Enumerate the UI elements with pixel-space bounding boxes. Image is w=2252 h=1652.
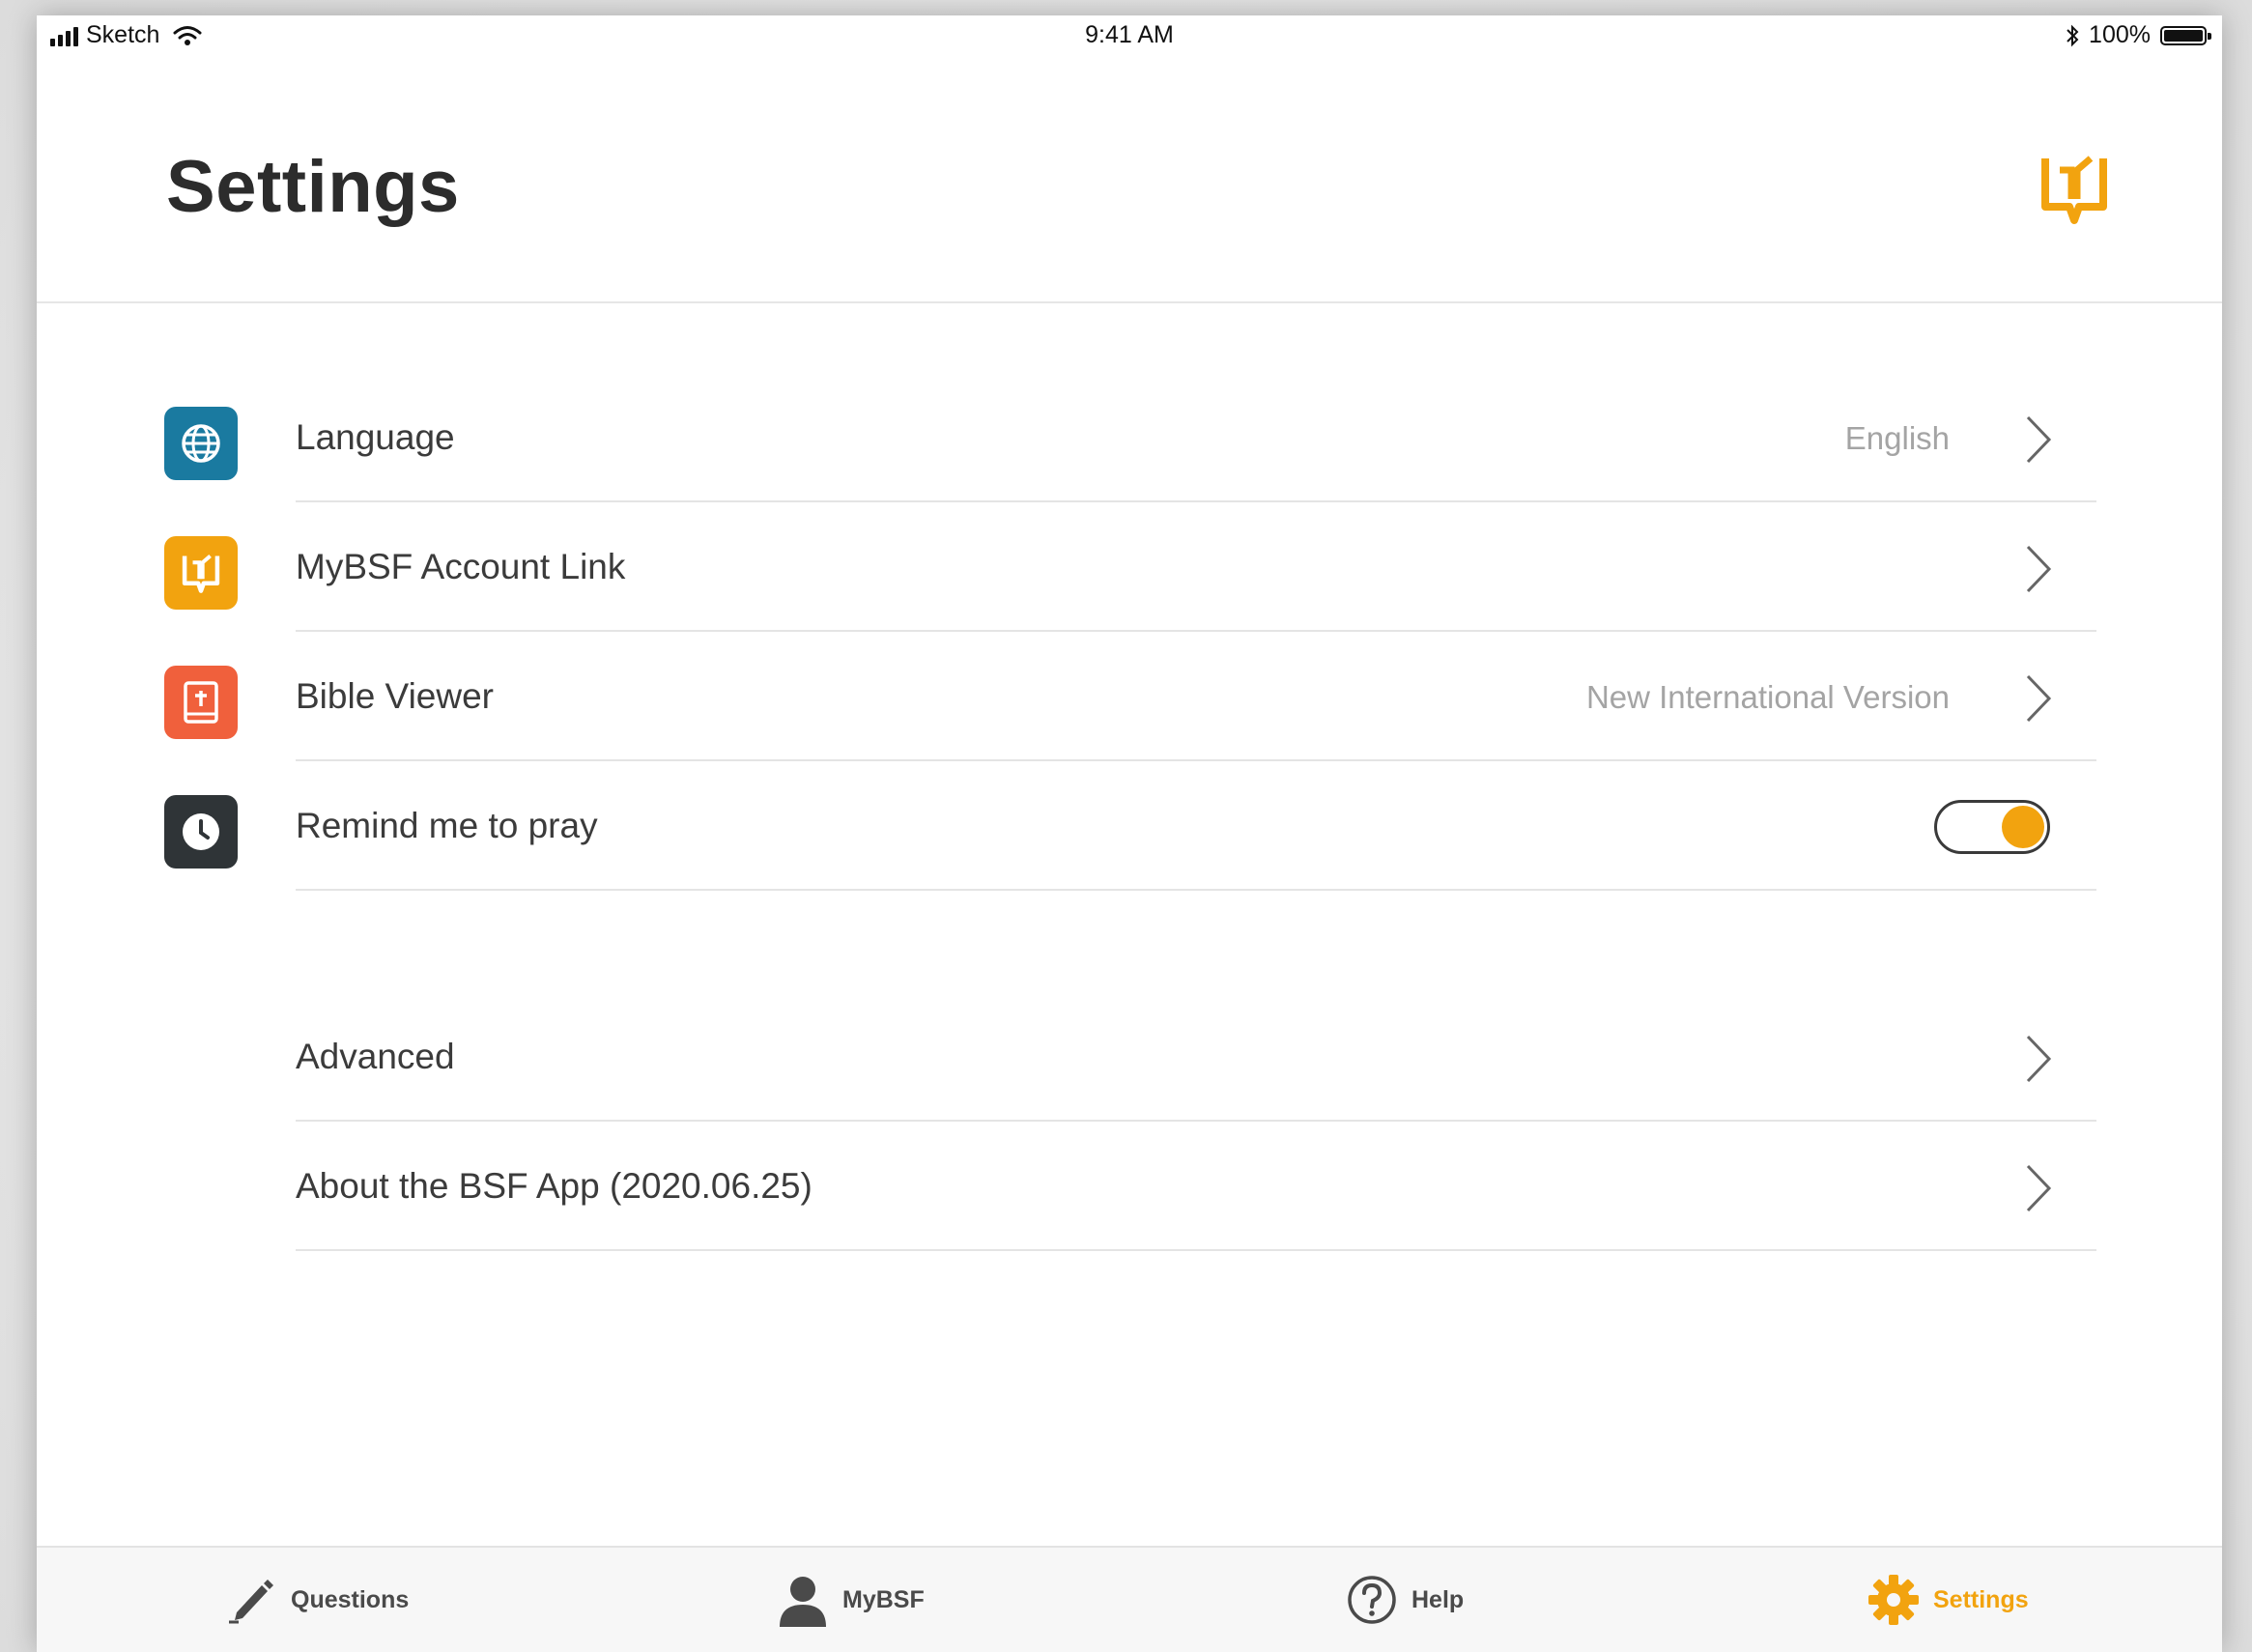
globe-icon <box>164 407 238 480</box>
row-label: Advanced <box>296 1037 455 1076</box>
person-icon <box>780 1577 826 1627</box>
chevron-right-icon <box>2026 545 2052 593</box>
tab-questions[interactable]: Questions <box>225 1548 409 1652</box>
question-circle-icon <box>1348 1576 1396 1624</box>
status-time: 9:41 AM <box>1085 21 1174 48</box>
settings-row-advanced[interactable]: Advanced <box>37 992 2222 1122</box>
clock-icon <box>164 795 238 869</box>
settings-row-bible-viewer[interactable]: Bible Viewer New International Version <box>37 632 2222 761</box>
chevron-right-icon <box>2026 415 2052 464</box>
tab-help[interactable]: Help <box>1346 1548 1464 1652</box>
row-value: New International Version <box>1585 679 1950 715</box>
row-label: MyBSF Account Link <box>296 547 626 586</box>
pencil-icon <box>229 1580 273 1624</box>
row-label: Bible Viewer <box>296 676 494 716</box>
chevron-right-icon <box>2026 674 2052 723</box>
settings-row-language[interactable]: Language English <box>37 373 2222 502</box>
row-label: Remind me to pray <box>296 806 598 845</box>
settings-row-mybsf-account[interactable]: MyBSF Account Link <box>37 502 2222 632</box>
page-title: Settings <box>166 146 460 228</box>
settings-row-remind-to-pray: Remind me to pray <box>37 761 2222 891</box>
chevron-right-icon <box>2026 1164 2052 1212</box>
tab-settings[interactable]: Settings <box>1867 1548 2029 1652</box>
battery-icon <box>2160 25 2211 45</box>
tab-mybsf[interactable]: MyBSF <box>777 1548 925 1652</box>
status-bar: Sketch 9:41 AM 100% <box>37 15 2222 58</box>
gear-icon <box>1868 1575 1919 1625</box>
bluetooth-icon <box>2067 24 2079 46</box>
tab-label: Help <box>1411 1585 1465 1613</box>
open-book-icon <box>2041 156 2107 224</box>
divider <box>296 889 2096 891</box>
page-header: Settings <box>37 58 2222 303</box>
remind-toggle[interactable] <box>1934 800 2050 854</box>
tab-label: Questions <box>291 1585 410 1613</box>
divider <box>296 1249 2096 1251</box>
bible-icon <box>164 666 238 739</box>
settings-row-about[interactable]: About the BSF App (2020.06.25) <box>37 1122 2222 1251</box>
tab-label: MyBSF <box>842 1585 925 1613</box>
tab-label: Settings <box>1933 1585 2029 1613</box>
row-label: Language <box>296 417 455 457</box>
status-right: 100% <box>2066 21 2211 49</box>
battery-percent: 100% <box>2089 21 2151 48</box>
row-value: English <box>1844 420 1950 456</box>
ipad-screen: Sketch 9:41 AM 100% Settings Language En… <box>37 15 2222 1652</box>
open-book-icon <box>164 536 238 610</box>
chevron-right-icon <box>2026 1035 2052 1083</box>
toggle-knob <box>2002 806 2044 848</box>
tab-bar: Questions MyBSF Help Settings <box>37 1546 2222 1652</box>
row-label: About the BSF App (2020.06.25) <box>296 1166 812 1206</box>
